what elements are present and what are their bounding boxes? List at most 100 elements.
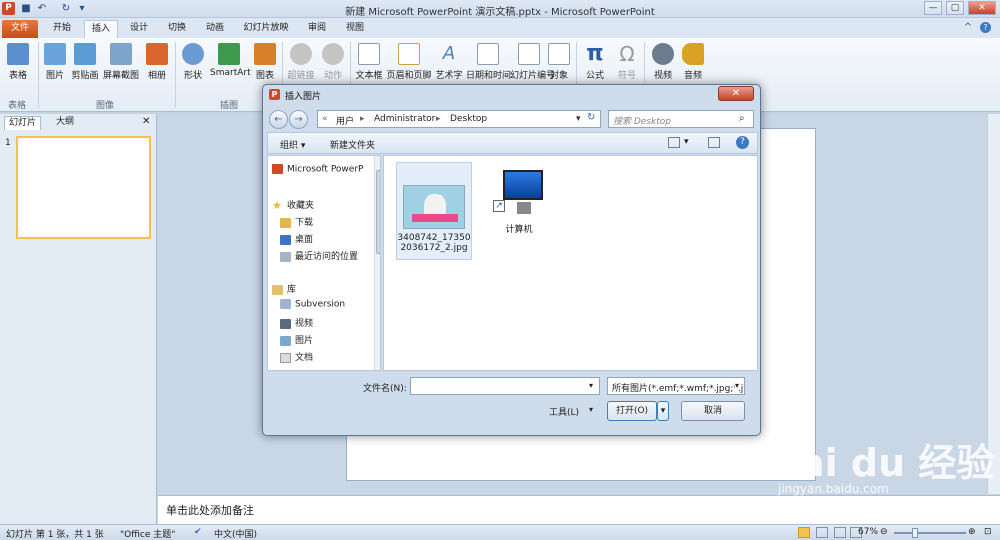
tab-outline[interactable]: 大纲 — [52, 116, 78, 130]
language[interactable]: 中文(中国) — [214, 527, 257, 540]
film-reel-icon — [652, 43, 674, 65]
nav-item-powerpoint[interactable]: Microsoft PowerP — [272, 164, 363, 175]
shortcut-arrow-icon: ↗ — [493, 200, 505, 212]
organize-button[interactable]: 组织 ▾ — [280, 138, 305, 151]
nav-scrollbar[interactable] — [374, 156, 380, 370]
minimize-button[interactable]: — — [924, 1, 942, 15]
theme-name[interactable]: "Office 主题" — [120, 527, 175, 540]
preview-pane-icon[interactable] — [708, 137, 720, 148]
address-dropdown-icon[interactable]: ▾ — [576, 114, 581, 124]
group-label-images: 图像 — [96, 101, 115, 111]
new-folder-button[interactable]: 新建文件夹 — [330, 138, 375, 151]
filename-dropdown-icon[interactable]: ▾ — [589, 381, 593, 390]
nav-item-libraries[interactable]: 库 — [272, 282, 296, 295]
recent-places-icon — [280, 251, 291, 262]
desktop-icon — [280, 234, 291, 245]
cancel-button[interactable]: 取消 — [681, 401, 745, 421]
computer-icon: ↗ — [493, 170, 545, 216]
view-options-icon[interactable] — [668, 137, 680, 148]
slide-number: 1 — [5, 138, 11, 148]
address-bar[interactable]: « 用户 ▸ Administrator ▸ Desktop ▾ — [317, 110, 601, 128]
tab-animations[interactable]: 动画 — [198, 20, 232, 38]
refresh-icon[interactable]: ↻ — [587, 112, 595, 123]
tab-view[interactable]: 视图 — [338, 20, 372, 38]
normal-view-icon[interactable] — [798, 527, 810, 538]
tools-dropdown-icon[interactable]: ▾ — [589, 405, 593, 414]
smartart-button[interactable]: SmartArt — [210, 41, 251, 93]
file-item-image[interactable]: 3408742_17350 2036172_2.jpg — [396, 162, 472, 260]
nav-scrollbar-thumb[interactable] — [376, 170, 380, 254]
nav-item-pictures[interactable]: 图片 — [280, 333, 313, 346]
file-type-dropdown-icon[interactable]: ▾ — [735, 381, 740, 390]
nav-item-desktop[interactable]: 桌面 — [280, 232, 313, 245]
spellcheck-icon[interactable]: ✔ — [194, 527, 202, 537]
breadcrumb-administrator[interactable]: Administrator — [374, 114, 435, 124]
tab-review[interactable]: 审阅 — [300, 20, 334, 38]
clipart-button[interactable]: 剪贴画 — [68, 41, 102, 93]
breadcrumb-desktop[interactable]: Desktop — [450, 114, 487, 124]
thumbnail-banner — [412, 214, 458, 222]
tab-slideshow[interactable]: 幻灯片放映 — [236, 20, 296, 38]
filename-input[interactable] — [410, 377, 600, 395]
zoom-slider[interactable] — [894, 532, 966, 534]
powerpoint-icon: P — [269, 89, 280, 100]
file-list: 3408742_17350 2036172_2.jpg ↗ 计算机 — [383, 155, 758, 371]
help-icon[interactable]: ? — [980, 22, 991, 33]
monitor-screen — [503, 170, 543, 200]
file-name-line2: 2036172_2.jpg — [400, 243, 468, 253]
back-button[interactable]: ← — [269, 110, 288, 129]
insert-picture-dialog: P 插入图片 ✕ ← → « 用户 ▸ Administrator ▸ Desk… — [262, 84, 761, 436]
document-library-icon — [280, 352, 291, 363]
nav-item-downloads[interactable]: 下载 — [280, 215, 313, 228]
zoom-slider-thumb[interactable] — [912, 528, 918, 538]
picture-button[interactable]: 图片 — [38, 41, 72, 93]
view-dropdown-icon[interactable]: ▾ — [684, 137, 689, 147]
help-icon[interactable]: ? — [736, 136, 749, 149]
close-button[interactable]: ✕ — [968, 1, 996, 15]
tab-slides[interactable]: 幻灯片 — [4, 116, 42, 130]
open-dropdown-icon[interactable]: ▾ — [657, 401, 669, 421]
tab-transitions[interactable]: 切换 — [160, 20, 194, 38]
search-icon[interactable]: ⌕ — [739, 113, 745, 124]
zoom-out-icon[interactable]: ⊖ — [880, 527, 888, 537]
ribbon-tab-row: 文件 开始 插入 设计 切换 动画 幻灯片放映 审阅 视图 ^ ? — [0, 18, 1000, 38]
tools-button[interactable]: 工具(L) — [549, 405, 579, 418]
fit-slide-icon[interactable]: ⊡ — [984, 527, 992, 537]
shapes-button[interactable]: 形状 — [176, 41, 210, 93]
forward-button[interactable]: → — [289, 110, 308, 129]
maximize-button[interactable]: ▢ — [946, 1, 964, 15]
breadcrumb-overflow-icon[interactable]: « — [322, 114, 328, 124]
minimize-ribbon-icon[interactable]: ^ — [962, 22, 974, 34]
file-name-line1: 3408742_17350 — [397, 233, 471, 243]
screenshot-button[interactable]: 屏幕截图 — [102, 41, 140, 93]
photo-album-button[interactable]: 相册 — [140, 41, 174, 93]
table-icon — [7, 43, 29, 65]
nav-item-documents[interactable]: 文档 — [280, 350, 313, 363]
slide-sorter-icon[interactable] — [816, 527, 828, 538]
notes-pane[interactable]: 单击此处添加备注 — [158, 495, 1000, 524]
powerpoint-icon — [272, 164, 283, 174]
tab-file[interactable]: 文件 — [2, 20, 38, 38]
reading-view-icon[interactable] — [834, 527, 846, 538]
tab-insert[interactable]: 插入 — [84, 20, 118, 38]
nav-item-recent-places[interactable]: 最近访问的位置 — [280, 249, 358, 262]
open-button[interactable]: 打开(O) — [607, 401, 657, 421]
baidu-watermark: Bai du 经验 — [770, 441, 995, 485]
slide-thumbnail[interactable] — [16, 136, 151, 239]
zoom-level[interactable]: 67% — [858, 527, 878, 537]
nav-item-subversion[interactable]: Subversion — [280, 299, 345, 310]
action-icon — [322, 43, 344, 65]
file-type-select[interactable]: 所有图片(*.emf;*.wmf;*.jpg;*.ji — [607, 377, 745, 395]
nav-item-videos[interactable]: 视频 — [280, 316, 313, 329]
tab-home[interactable]: 开始 — [44, 20, 80, 38]
zoom-in-icon[interactable]: ⊕ — [968, 527, 976, 537]
search-input[interactable]: 搜索 Desktop — [608, 110, 754, 128]
table-button[interactable]: 表格 — [1, 41, 35, 93]
close-pane-icon[interactable]: ✕ — [142, 116, 150, 127]
hyperlink-icon — [290, 43, 312, 65]
nav-item-favorites[interactable]: ★ 收藏夹 — [272, 198, 314, 212]
file-item-computer[interactable]: ↗ 计算机 — [484, 164, 554, 244]
tab-design[interactable]: 设计 — [122, 20, 156, 38]
breadcrumb-users[interactable]: 用户 — [336, 114, 354, 127]
dialog-close-button[interactable]: ✕ — [718, 86, 754, 101]
